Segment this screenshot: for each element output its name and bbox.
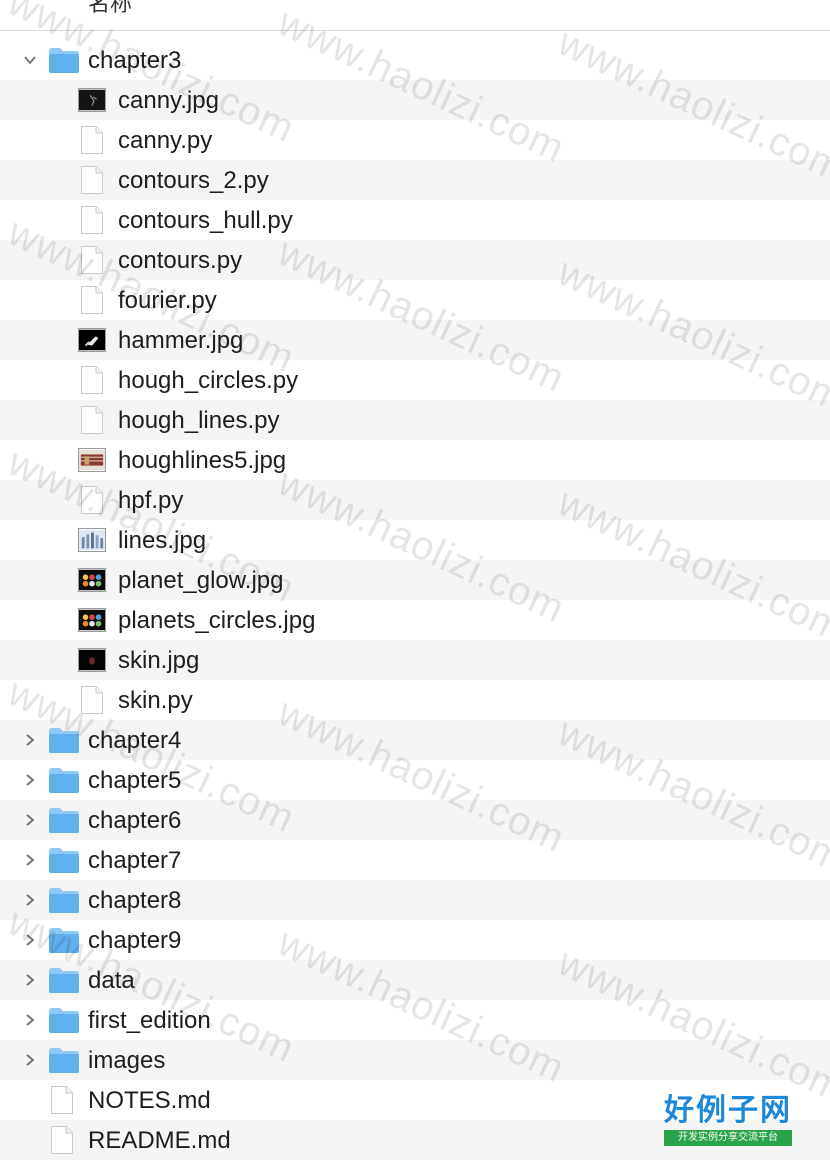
- folder-icon: [48, 1006, 80, 1039]
- file-row[interactable]: houghlines5.jpg: [0, 440, 830, 480]
- item-name: canny.py: [118, 127, 213, 154]
- folder-row[interactable]: chapter8: [0, 880, 830, 920]
- document-icon: [80, 245, 104, 280]
- brand-subtitle: 开发实例分享交流平台: [664, 1130, 792, 1146]
- file-row[interactable]: planets_circles.jpg: [0, 600, 830, 640]
- item-name: first_edition: [88, 1007, 211, 1034]
- folder-icon: [48, 846, 80, 879]
- image-thumbnail-icon: [78, 648, 106, 677]
- folder-row[interactable]: chapter5: [0, 760, 830, 800]
- item-name: data: [88, 967, 135, 994]
- file-row[interactable]: hough_circles.py: [0, 360, 830, 400]
- item-name: canny.jpg: [118, 87, 219, 114]
- folder-icon: [48, 926, 80, 959]
- chevron-right-icon[interactable]: [20, 960, 40, 1000]
- document-icon: [50, 1125, 74, 1160]
- folder-icon: [48, 726, 80, 759]
- file-row[interactable]: canny.py: [0, 120, 830, 160]
- file-list: chapter3 canny.jpg canny.py contours_2.pyco…: [0, 40, 830, 1160]
- file-row[interactable]: contours_hull.py: [0, 200, 830, 240]
- item-name: hpf.py: [118, 487, 184, 514]
- file-row[interactable]: lines.jpg: [0, 520, 830, 560]
- file-row[interactable]: canny.jpg: [0, 80, 830, 120]
- document-icon: [50, 1085, 74, 1120]
- item-name: skin.jpg: [118, 647, 200, 674]
- chevron-right-icon[interactable]: [20, 800, 40, 840]
- item-name: planet_glow.jpg: [118, 567, 284, 594]
- image-thumbnail-icon: [78, 88, 106, 117]
- file-row[interactable]: skin.jpg: [0, 640, 830, 680]
- file-row[interactable]: skin.py: [0, 680, 830, 720]
- document-icon: [80, 165, 104, 200]
- file-row[interactable]: fourier.py: [0, 280, 830, 320]
- image-thumbnail-icon: [78, 328, 106, 357]
- file-row[interactable]: contours_2.py: [0, 160, 830, 200]
- item-name: hough_circles.py: [118, 367, 299, 394]
- image-thumbnail-icon: [78, 448, 106, 477]
- chevron-right-icon[interactable]: [20, 840, 40, 880]
- item-name: hammer.jpg: [118, 327, 244, 354]
- item-name: chapter9: [88, 927, 182, 954]
- document-icon: [80, 365, 104, 400]
- item-name: fourier.py: [118, 287, 217, 314]
- image-thumbnail-icon: [78, 608, 106, 637]
- file-row[interactable]: contours.py: [0, 240, 830, 280]
- chevron-right-icon[interactable]: [20, 920, 40, 960]
- chevron-right-icon[interactable]: [20, 880, 40, 920]
- item-name: contours_hull.py: [118, 207, 293, 234]
- document-icon: [80, 685, 104, 720]
- folder-row[interactable]: chapter3: [0, 40, 830, 80]
- item-name: skin.py: [118, 687, 193, 714]
- chevron-right-icon[interactable]: [20, 1000, 40, 1040]
- item-name: chapter8: [88, 887, 182, 914]
- item-name: README.md: [88, 1127, 231, 1154]
- chevron-right-icon[interactable]: [20, 720, 40, 760]
- document-icon: [80, 205, 104, 240]
- item-name: planets_circles.jpg: [118, 607, 316, 634]
- item-name: lines.jpg: [118, 527, 207, 554]
- folder-icon: [48, 886, 80, 919]
- file-row[interactable]: hammer.jpg: [0, 320, 830, 360]
- chevron-down-icon[interactable]: [20, 40, 40, 80]
- file-row[interactable]: hough_lines.py: [0, 400, 830, 440]
- document-icon: [80, 125, 104, 160]
- document-icon: [80, 405, 104, 440]
- document-icon: [80, 485, 104, 520]
- folder-row[interactable]: first_edition: [0, 1000, 830, 1040]
- item-name: chapter3: [88, 47, 182, 74]
- folder-row[interactable]: chapter7: [0, 840, 830, 880]
- file-row[interactable]: planet_glow.jpg: [0, 560, 830, 600]
- folder-row[interactable]: chapter4: [0, 720, 830, 760]
- item-name: chapter6: [88, 807, 182, 834]
- chevron-right-icon[interactable]: [20, 760, 40, 800]
- item-name: houghlines5.jpg: [118, 447, 287, 474]
- folder-row[interactable]: chapter9: [0, 920, 830, 960]
- folder-icon: [48, 806, 80, 839]
- image-thumbnail-icon: [78, 568, 106, 597]
- name-column-header[interactable]: 名称: [88, 0, 132, 18]
- folder-row[interactable]: data: [0, 960, 830, 1000]
- brand-title: 好例子网: [664, 1093, 792, 1128]
- item-name: chapter7: [88, 847, 182, 874]
- item-name: chapter4: [88, 727, 182, 754]
- item-name: chapter5: [88, 767, 182, 794]
- item-name: NOTES.md: [88, 1087, 211, 1114]
- item-name: images: [88, 1047, 166, 1074]
- image-thumbnail-icon: [78, 528, 106, 557]
- folder-icon: [48, 966, 80, 999]
- document-icon: [80, 285, 104, 320]
- item-name: hough_lines.py: [118, 407, 280, 434]
- file-row[interactable]: hpf.py: [0, 480, 830, 520]
- brand-logo: 好例子网 开发实例分享交流平台: [658, 1092, 798, 1152]
- folder-row[interactable]: images: [0, 1040, 830, 1080]
- folder-icon: [48, 1046, 80, 1079]
- column-header: 名称: [0, 0, 830, 31]
- item-name: contours_2.py: [118, 167, 269, 194]
- chevron-right-icon[interactable]: [20, 1040, 40, 1080]
- folder-row[interactable]: chapter6: [0, 800, 830, 840]
- folder-icon: [48, 766, 80, 799]
- folder-icon: [48, 46, 80, 79]
- item-name: contours.py: [118, 247, 243, 274]
